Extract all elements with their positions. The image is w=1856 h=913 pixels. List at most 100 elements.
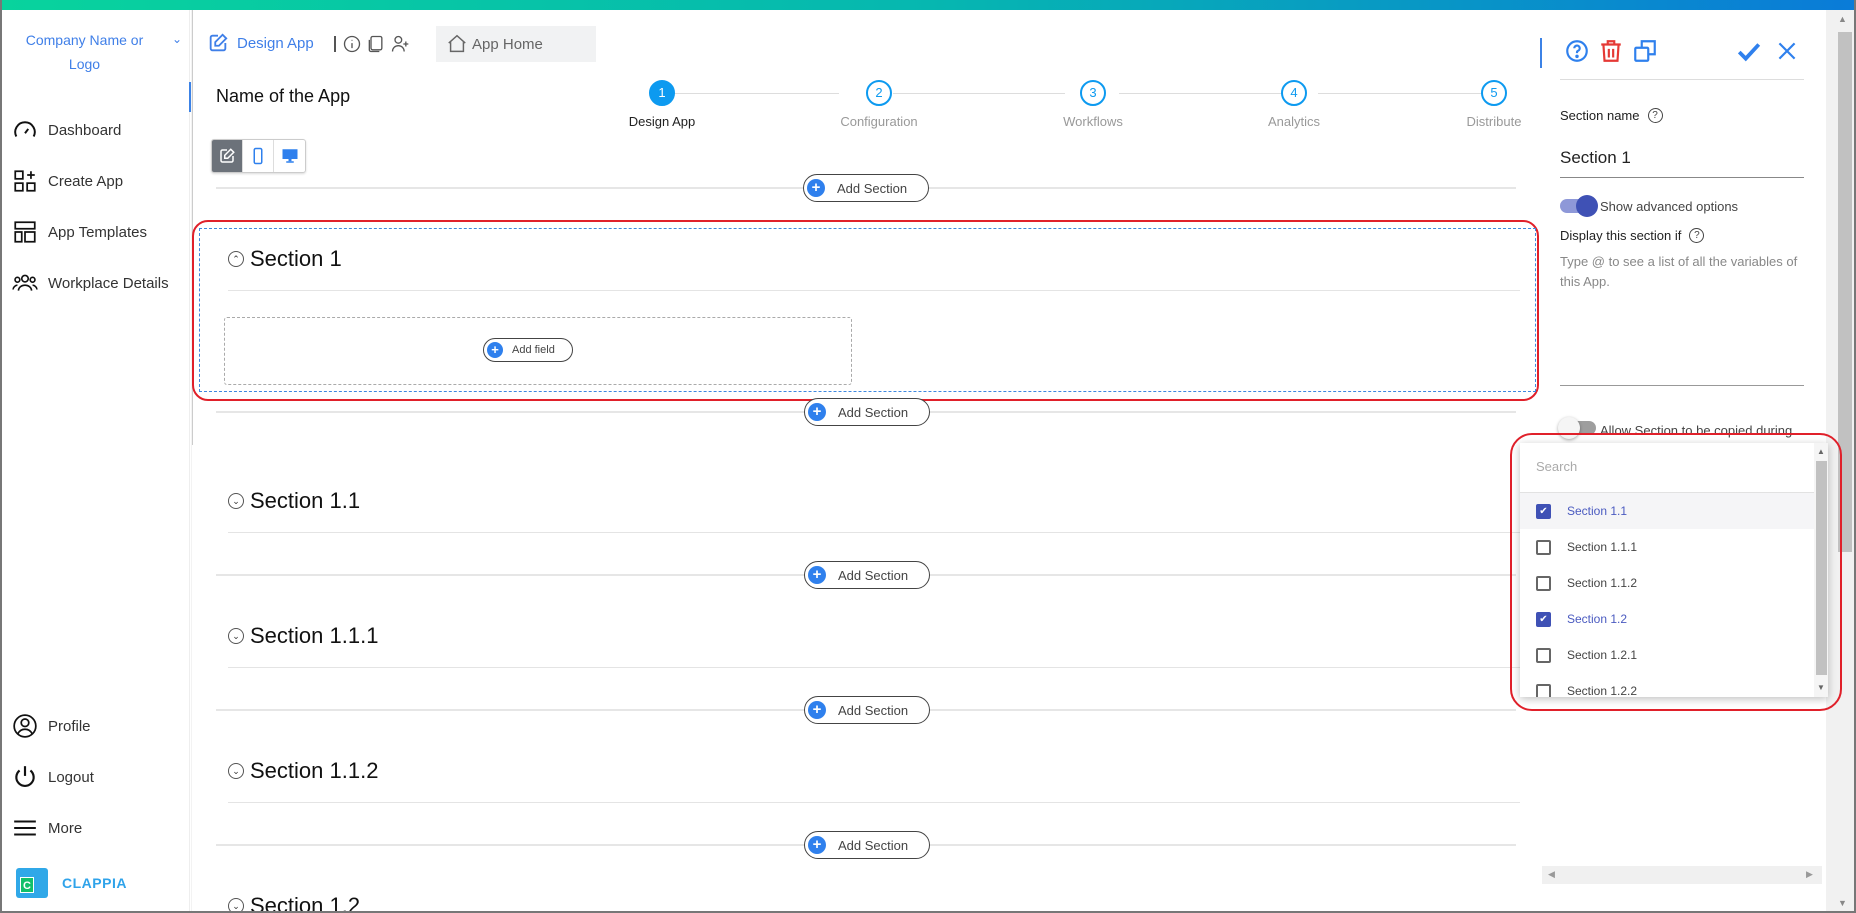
add-user-icon[interactable] <box>390 34 410 54</box>
section-title[interactable]: ⌄ Section 1.2 <box>228 893 361 913</box>
chevron-up-icon[interactable]: ⌃ <box>228 251 244 267</box>
delete-icon[interactable] <box>1598 38 1624 64</box>
app-window: Company Name or Logo ⌄ Dashboard Create … <box>0 0 1856 913</box>
sidebar-item-workplace-details[interactable]: Workplace Details <box>12 267 169 299</box>
chevron-down-icon[interactable]: ⌄ <box>228 628 244 644</box>
dropdown-search-input[interactable]: Search <box>1520 443 1828 493</box>
step-number: 4 <box>1281 80 1307 106</box>
sidebar: Company Name or Logo ⌄ Dashboard Create … <box>2 10 190 911</box>
duplicate-icon[interactable] <box>1632 38 1658 64</box>
show-advanced-toggle[interactable] <box>1560 195 1598 217</box>
panel-divider <box>1560 79 1804 80</box>
step-number: 2 <box>866 80 892 106</box>
add-section-label: Add Section <box>837 180 908 196</box>
add-section-button[interactable]: + Add Section <box>804 831 930 859</box>
help-icon[interactable]: ? <box>1647 108 1663 123</box>
dropdown-option[interactable]: Section 1.2.1 <box>1520 637 1828 673</box>
section-name: Section 1.1 <box>250 488 361 513</box>
view-toggle <box>211 139 306 173</box>
chevron-down-icon[interactable]: ⌄ <box>228 898 244 911</box>
display-if-input[interactable]: Type @ to see a list of all the variable… <box>1560 252 1804 292</box>
stepper: 1 Design App 2 Configuration 3 Workflows… <box>192 80 1541 140</box>
desktop-view-button[interactable] <box>274 140 305 172</box>
sidebar-item-label: Profile <box>48 717 91 735</box>
user-circle-icon <box>13 714 37 738</box>
show-advanced-label: Show advanced options <box>1600 199 1739 214</box>
check-icon[interactable] <box>1736 38 1762 64</box>
step-workflows[interactable]: 3 Workflows <box>1033 80 1153 129</box>
section-name-label: Section name ? <box>1560 108 1663 123</box>
checkbox-checked-icon[interactable]: ✔ <box>1536 503 1551 519</box>
design-app-link[interactable]: Design App <box>207 32 314 54</box>
section-name-input[interactable]: Section 1 <box>1560 142 1804 178</box>
plus-circle-icon: + <box>808 836 826 854</box>
section-name: Section 1.2 <box>250 893 361 913</box>
step-label: Analytics <box>1267 114 1321 129</box>
dropdown-option[interactable]: ✔ Section 1.2 <box>1520 601 1828 637</box>
dropdown-scrollbar[interactable]: ▲ ▼ <box>1814 443 1828 697</box>
scrollbar-thumb[interactable] <box>1816 461 1827 675</box>
add-section-button[interactable]: + Add Section <box>804 696 930 724</box>
menu-icon <box>14 820 36 836</box>
checkbox-icon[interactable] <box>1536 683 1551 697</box>
input-underline <box>1560 385 1804 386</box>
add-section-button[interactable]: + Add Section <box>803 174 929 202</box>
help-icon[interactable]: ? <box>1689 228 1705 243</box>
sidebar-item-more[interactable]: More <box>12 812 82 844</box>
add-section-button[interactable]: + Add Section <box>804 561 930 589</box>
app-home-button[interactable]: App Home <box>436 26 596 62</box>
company-logo[interactable]: Company Name or Logo <box>22 28 147 76</box>
copy-icon[interactable] <box>366 34 386 54</box>
dropdown-option[interactable]: ✔ Section 1.1 <box>1520 493 1828 529</box>
plus-circle-icon: + <box>807 179 825 197</box>
sidebar-item-profile[interactable]: Profile <box>12 710 91 742</box>
add-field-label: Add field <box>512 344 555 356</box>
sidebar-item-dashboard[interactable]: Dashboard <box>12 114 121 146</box>
section-title[interactable]: ⌃ Section 1 <box>228 246 342 272</box>
plus-circle-icon: + <box>808 403 826 421</box>
chevron-down-icon[interactable]: ⌄ <box>172 32 182 46</box>
close-icon[interactable] <box>1774 38 1800 64</box>
chevron-down-icon[interactable]: ⌄ <box>228 493 244 509</box>
step-design-app[interactable]: 1 Design App <box>602 80 722 129</box>
section-title[interactable]: ⌄ Section 1.1 <box>228 488 360 514</box>
checkbox-icon[interactable] <box>1536 539 1551 555</box>
step-distribute[interactable]: 5 Distribute <box>1434 80 1554 129</box>
clappia-brand: C CLAPPIA <box>16 868 127 898</box>
panel-actions <box>1564 38 1658 64</box>
section-name: Section 1 <box>250 246 342 271</box>
edit-icon <box>209 33 228 52</box>
section-divider <box>228 802 1520 803</box>
clappia-logo-icon: C <box>16 868 48 898</box>
add-field-button[interactable]: + Add field <box>483 338 573 362</box>
dropdown-option[interactable]: Section 1.2.2 <box>1520 673 1828 697</box>
step-configuration[interactable]: 2 Configuration <box>819 80 939 129</box>
sidebar-item-logout[interactable]: Logout <box>12 761 94 793</box>
panel-horizontal-scrollbar[interactable]: ◀ ▶ <box>1542 866 1822 884</box>
edit-view-button[interactable] <box>212 140 243 172</box>
dropdown-option[interactable]: Section 1.1.1 <box>1520 529 1828 565</box>
gauge-icon <box>14 121 36 137</box>
checkbox-checked-icon[interactable]: ✔ <box>1536 611 1551 627</box>
chevron-down-icon[interactable]: ⌄ <box>228 763 244 779</box>
help-icon[interactable] <box>1564 38 1590 64</box>
checkbox-icon[interactable] <box>1536 575 1551 591</box>
display-if-label: Display this section if ? <box>1560 228 1705 243</box>
top-gradient-bar <box>2 0 1854 10</box>
sidebar-item-app-templates[interactable]: App Templates <box>12 216 147 248</box>
panel-indicator <box>1540 38 1542 68</box>
info-icon[interactable] <box>342 34 362 54</box>
add-section-button[interactable]: + Add Section <box>804 398 930 426</box>
section-title[interactable]: ⌄ Section 1.1.1 <box>228 623 378 649</box>
section-title[interactable]: ⌄ Section 1.1.2 <box>228 758 378 784</box>
dropdown-option[interactable]: Section 1.1.2 <box>1520 565 1828 601</box>
step-analytics[interactable]: 4 Analytics <box>1234 80 1354 129</box>
field-drop-area: + Add field <box>224 317 852 385</box>
checkbox-icon[interactable] <box>1536 647 1551 663</box>
design-canvas: Design App App Home Name of the App 1 De… <box>191 10 1541 913</box>
sidebar-item-label: Workplace Details <box>48 274 169 292</box>
sidebar-item-label: Dashboard <box>48 121 122 139</box>
mobile-view-button[interactable] <box>243 140 274 172</box>
sidebar-item-create-app[interactable]: Create App <box>12 165 123 197</box>
panel-confirm-actions <box>1736 38 1800 64</box>
